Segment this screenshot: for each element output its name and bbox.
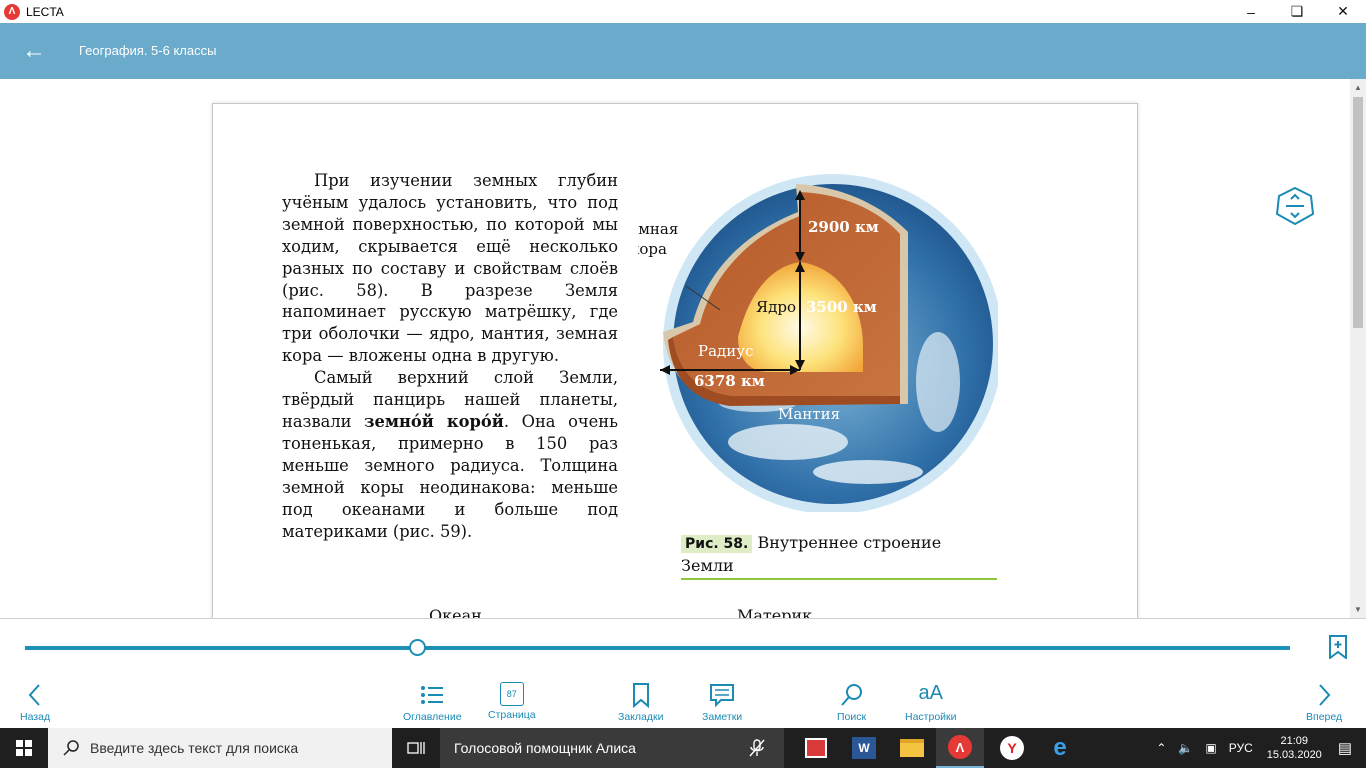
input-language[interactable]: РУС: [1229, 741, 1253, 755]
label-6378: 6378 км: [694, 372, 765, 390]
contents-list-icon: [421, 686, 444, 704]
minimize-button[interactable]: –: [1228, 0, 1274, 23]
cut-label-ocean: Океан: [429, 606, 482, 618]
yandex-browser-icon[interactable]: Y: [988, 728, 1036, 768]
book-page: При изучении земных глубин учёным удалос…: [212, 103, 1138, 618]
network-icon[interactable]: ▣: [1205, 741, 1216, 755]
paragraph-2-end: . Она очень тоненькая, примерно в 150 ра…: [282, 411, 618, 541]
gift-app-icon[interactable]: [792, 728, 840, 768]
nav-forward-label: Вперед: [1306, 711, 1343, 723]
nav-contents-button[interactable]: Оглавление: [403, 682, 462, 723]
caption-label: Рис. 58.: [681, 535, 753, 553]
nav-back-label: Назад: [20, 711, 51, 723]
word-app-icon[interactable]: W: [840, 728, 888, 768]
figure-caption: Рис. 58. Внутреннее строение Земли: [681, 532, 997, 580]
add-bookmark-icon[interactable]: [1328, 635, 1348, 659]
taskbar-search-icon: [63, 740, 79, 756]
app-title: LECTA: [26, 4, 64, 19]
file-explorer-icon[interactable]: [888, 728, 936, 768]
nav-settings-label: Настройки: [905, 711, 957, 723]
nav-search-button[interactable]: Поиск: [837, 682, 866, 723]
label-crust-2: кора: [638, 240, 667, 258]
nav-settings-button[interactable]: aA Настройки: [905, 682, 957, 723]
nav-search-label: Поиск: [837, 711, 867, 723]
term-earth-crust: земно́й коро́й: [364, 411, 504, 431]
lecta-logo-icon: Λ: [4, 3, 20, 20]
notifications-icon[interactable]: ▤: [1338, 739, 1352, 757]
paragraph-2: Самый верхний слой Земли, твёрдый панцир…: [282, 367, 618, 542]
scroll-down-arrow-icon[interactable]: ▼: [1354, 605, 1362, 614]
tray-expand-icon[interactable]: ⌃: [1156, 741, 1166, 755]
book-title: География. 5-6 классы: [79, 43, 217, 58]
body-text: При изучении земных глубин учёным удалос…: [282, 170, 618, 542]
clock-date: 15.03.2020: [1266, 749, 1322, 761]
scroll-thumb[interactable]: [1353, 97, 1363, 328]
bookmark-icon: [632, 683, 649, 708]
windows-taskbar: Введите здесь текст для поиска Голосовой…: [0, 728, 1366, 768]
search-icon: [840, 684, 862, 706]
window-titlebar: Λ LECTA – ❏ ✕: [0, 0, 1366, 23]
voice-assistant-bar[interactable]: Голосовой помощник Алиса: [440, 728, 784, 768]
label-3500: 3500 км: [806, 298, 877, 316]
cut-label-continent: Материк: [737, 606, 813, 618]
nav-bookmarks-button[interactable]: Закладки: [618, 682, 663, 723]
clock-time: 21:09: [1280, 735, 1309, 747]
taskbar-search-box[interactable]: Введите здесь текст для поиска: [48, 728, 392, 768]
nav-page-label: Страница: [488, 709, 536, 721]
notes-icon: [710, 684, 735, 708]
lecta-taskbar-icon[interactable]: Λ: [936, 728, 984, 768]
nav-notes-label: Заметки: [702, 711, 743, 723]
progress-track[interactable]: [25, 646, 1290, 650]
label-core: Ядро: [756, 298, 796, 316]
voice-assistant-label: Голосовой помощник Алиса: [454, 740, 636, 756]
system-tray: ⌃ 🔈 ▣ РУС 21:09 15.03.2020 ▤: [1156, 728, 1366, 768]
nav-forward-button[interactable]: Вперед: [1306, 682, 1342, 723]
taskbar-clock[interactable]: 21:09 15.03.2020: [1267, 734, 1322, 762]
taskbar-search-placeholder: Введите здесь текст для поиска: [90, 740, 299, 756]
vertical-scrollbar[interactable]: ▲ ▼: [1350, 79, 1366, 618]
font-settings-icon: aA: [918, 682, 943, 704]
microphone-off-icon[interactable]: [748, 739, 766, 757]
chevron-right-icon: [1319, 684, 1331, 706]
label-radius: Радиус: [698, 342, 754, 360]
paragraph-1: При изучении земных глубин учёным удалос…: [282, 171, 618, 366]
page-number-icon: 87: [499, 682, 524, 706]
edge-browser-icon[interactable]: e: [1036, 728, 1084, 768]
label-crust-1: Земная: [638, 220, 678, 238]
volume-icon[interactable]: 🔈: [1178, 741, 1193, 755]
cloud-1: [728, 424, 848, 460]
label-2900: 2900 км: [808, 218, 879, 236]
nav-back-button[interactable]: Назад: [20, 682, 50, 723]
app-header: ← География. 5-6 классы: [0, 23, 1366, 79]
close-button[interactable]: ✕: [1320, 0, 1366, 23]
bottom-navigation: Назад Оглавление 87 Страница Закладки За…: [0, 674, 1366, 728]
scroll-up-arrow-icon[interactable]: ▲: [1354, 83, 1362, 92]
progress-slider-knob[interactable]: [408, 639, 426, 656]
nav-notes-button[interactable]: Заметки: [702, 682, 742, 723]
cloud-2: [813, 460, 923, 484]
windows-logo-icon: [16, 740, 32, 756]
earth-structure-figure: Земная кора 2900 км Ядро 3500 км Радиус …: [638, 174, 998, 512]
maximize-button[interactable]: ❏: [1274, 0, 1320, 23]
label-mantle: Мантия: [778, 405, 840, 423]
task-view-icon[interactable]: [392, 728, 440, 768]
start-button[interactable]: [0, 728, 48, 768]
reading-progress: [0, 618, 1366, 674]
nav-bookmarks-label: Закладки: [618, 711, 664, 723]
back-arrow-icon[interactable]: ←: [22, 37, 46, 65]
reader-area: При изучении земных глубин учёным удалос…: [0, 79, 1350, 618]
chevron-left-icon: [28, 684, 40, 706]
page-fit-icon[interactable]: [1275, 186, 1315, 226]
nav-contents-label: Оглавление: [403, 711, 462, 723]
cloud-3: [916, 332, 960, 432]
nav-page-button[interactable]: 87 Страница: [488, 682, 536, 721]
